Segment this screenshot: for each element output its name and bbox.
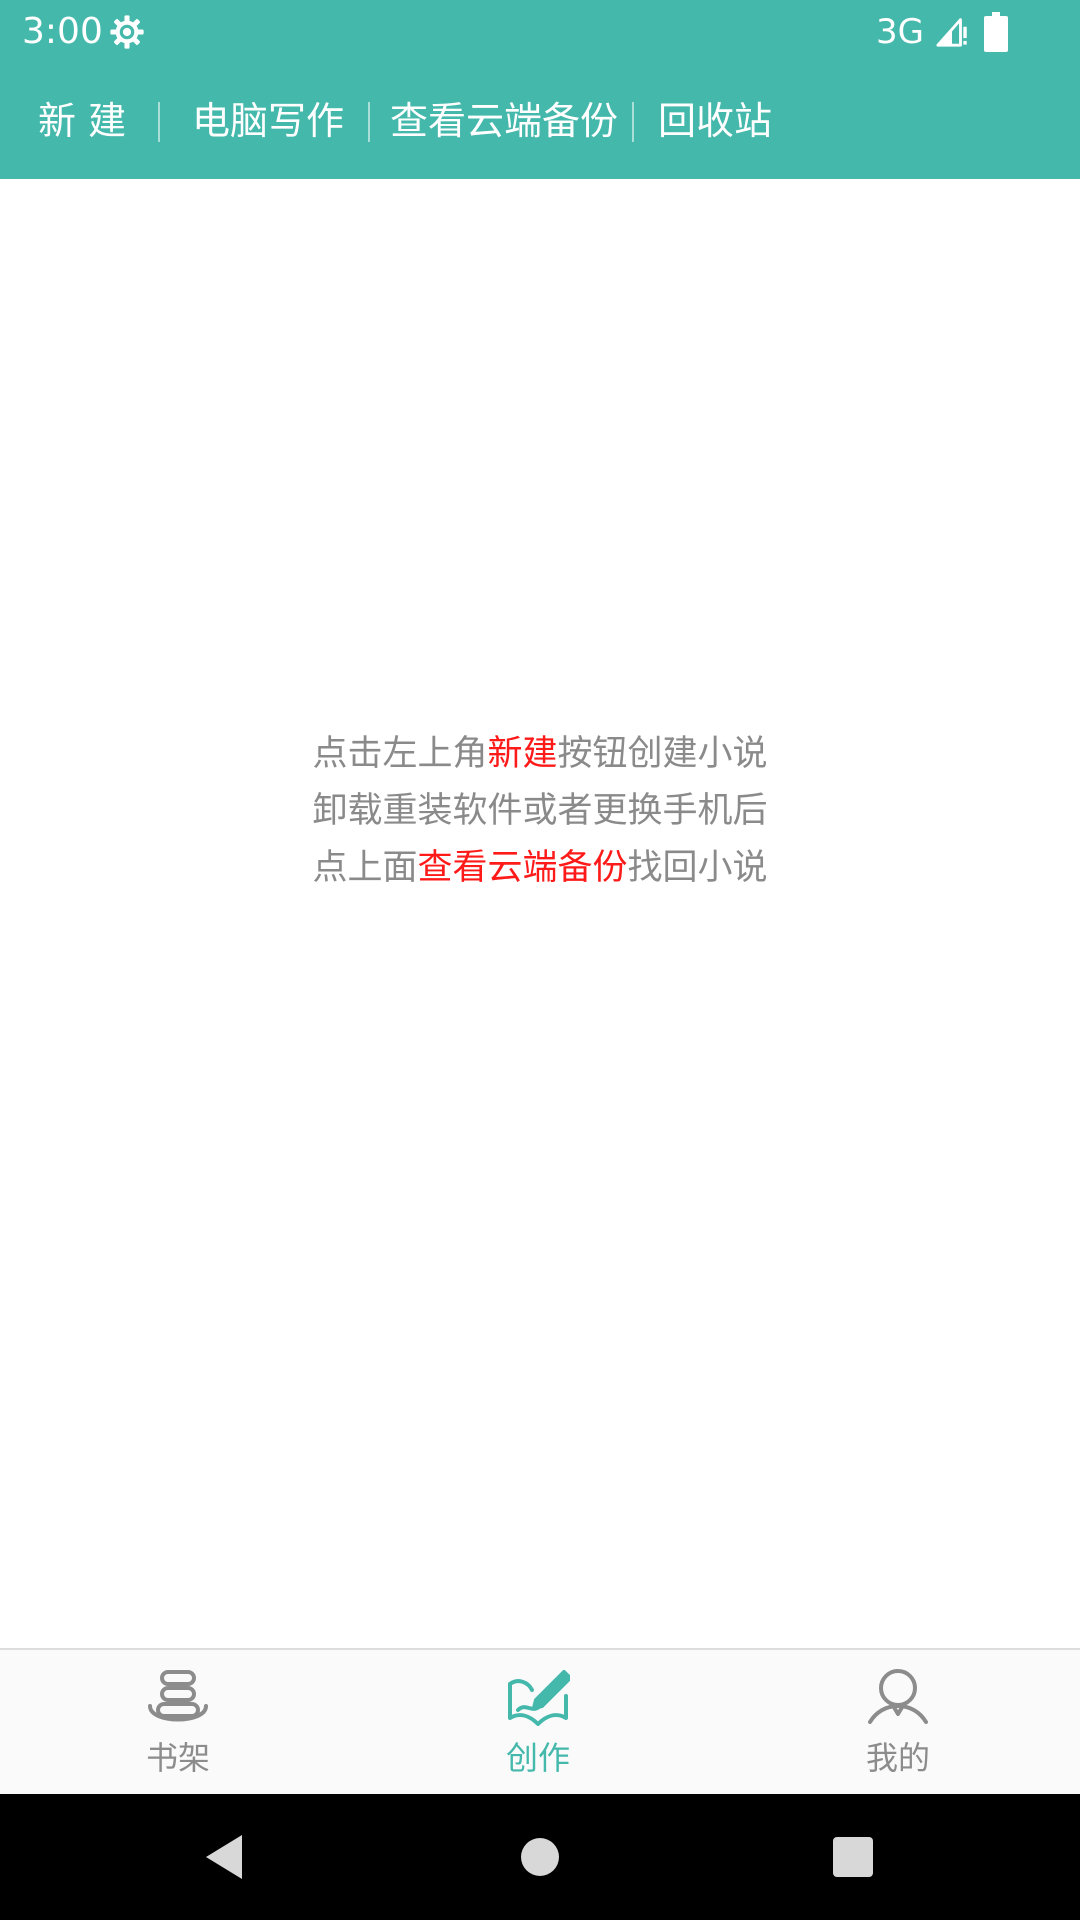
back-icon[interactable] [198, 1829, 254, 1885]
network-type: 3G [876, 12, 924, 52]
toolbar-divider [158, 102, 160, 142]
status-bar: 3:00 3G [0, 0, 1080, 64]
write-icon [508, 1670, 570, 1726]
nav-bookshelf-label: 书架 [145, 1739, 210, 1777]
empty-state-hint: 点击左上角新建按钮创建小说 卸载重装软件或者更换手机后 点上面查看云端备份找回小… [0, 726, 1080, 897]
nav-create[interactable]: 创作 [438, 1650, 638, 1794]
hint-highlight-cloud-backup: 查看云端备份 [417, 848, 628, 888]
system-nav-bar [0, 1794, 1080, 1920]
nav-bookshelf[interactable]: 书架 [78, 1650, 278, 1794]
hint-text: 点击左上角 [312, 734, 488, 774]
toolbar-divider [632, 102, 634, 142]
new-button[interactable]: 新 建 [38, 64, 126, 179]
bookshelf-icon [148, 1670, 208, 1722]
signal-icon [936, 18, 967, 47]
top-toolbar: 新 建 电脑写作 查看云端备份 回收站 [0, 64, 1080, 179]
hint-line-1: 点击左上角新建按钮创建小说 [0, 726, 1080, 783]
cloud-backup-button[interactable]: 查看云端备份 [390, 64, 618, 179]
hint-highlight-new: 新建 [487, 734, 558, 774]
toolbar-divider [368, 102, 370, 142]
hint-text: 找回小说 [627, 848, 768, 888]
status-time: 3:00 [22, 11, 103, 52]
recycle-bin-button[interactable]: 回收站 [658, 64, 772, 179]
nav-mine[interactable]: 我的 [798, 1650, 998, 1794]
hint-line-2: 卸载重装软件或者更换手机后 [312, 791, 768, 831]
bottom-nav: 书架 创作 我的 [0, 1648, 1080, 1794]
nav-create-label: 创作 [505, 1739, 570, 1777]
recents-icon[interactable] [825, 1829, 881, 1885]
hint-text: 按钮创建小说 [557, 734, 768, 774]
nav-mine-label: 我的 [865, 1739, 930, 1777]
hint-line-3: 点上面查看云端备份找回小说 [0, 840, 1080, 897]
gear-icon [110, 15, 144, 49]
battery-icon [984, 12, 1008, 52]
profile-icon [868, 1669, 928, 1724]
pc-writing-button[interactable]: 电脑写作 [192, 64, 344, 179]
hint-text: 点上面 [312, 848, 418, 888]
home-icon[interactable] [512, 1829, 568, 1885]
